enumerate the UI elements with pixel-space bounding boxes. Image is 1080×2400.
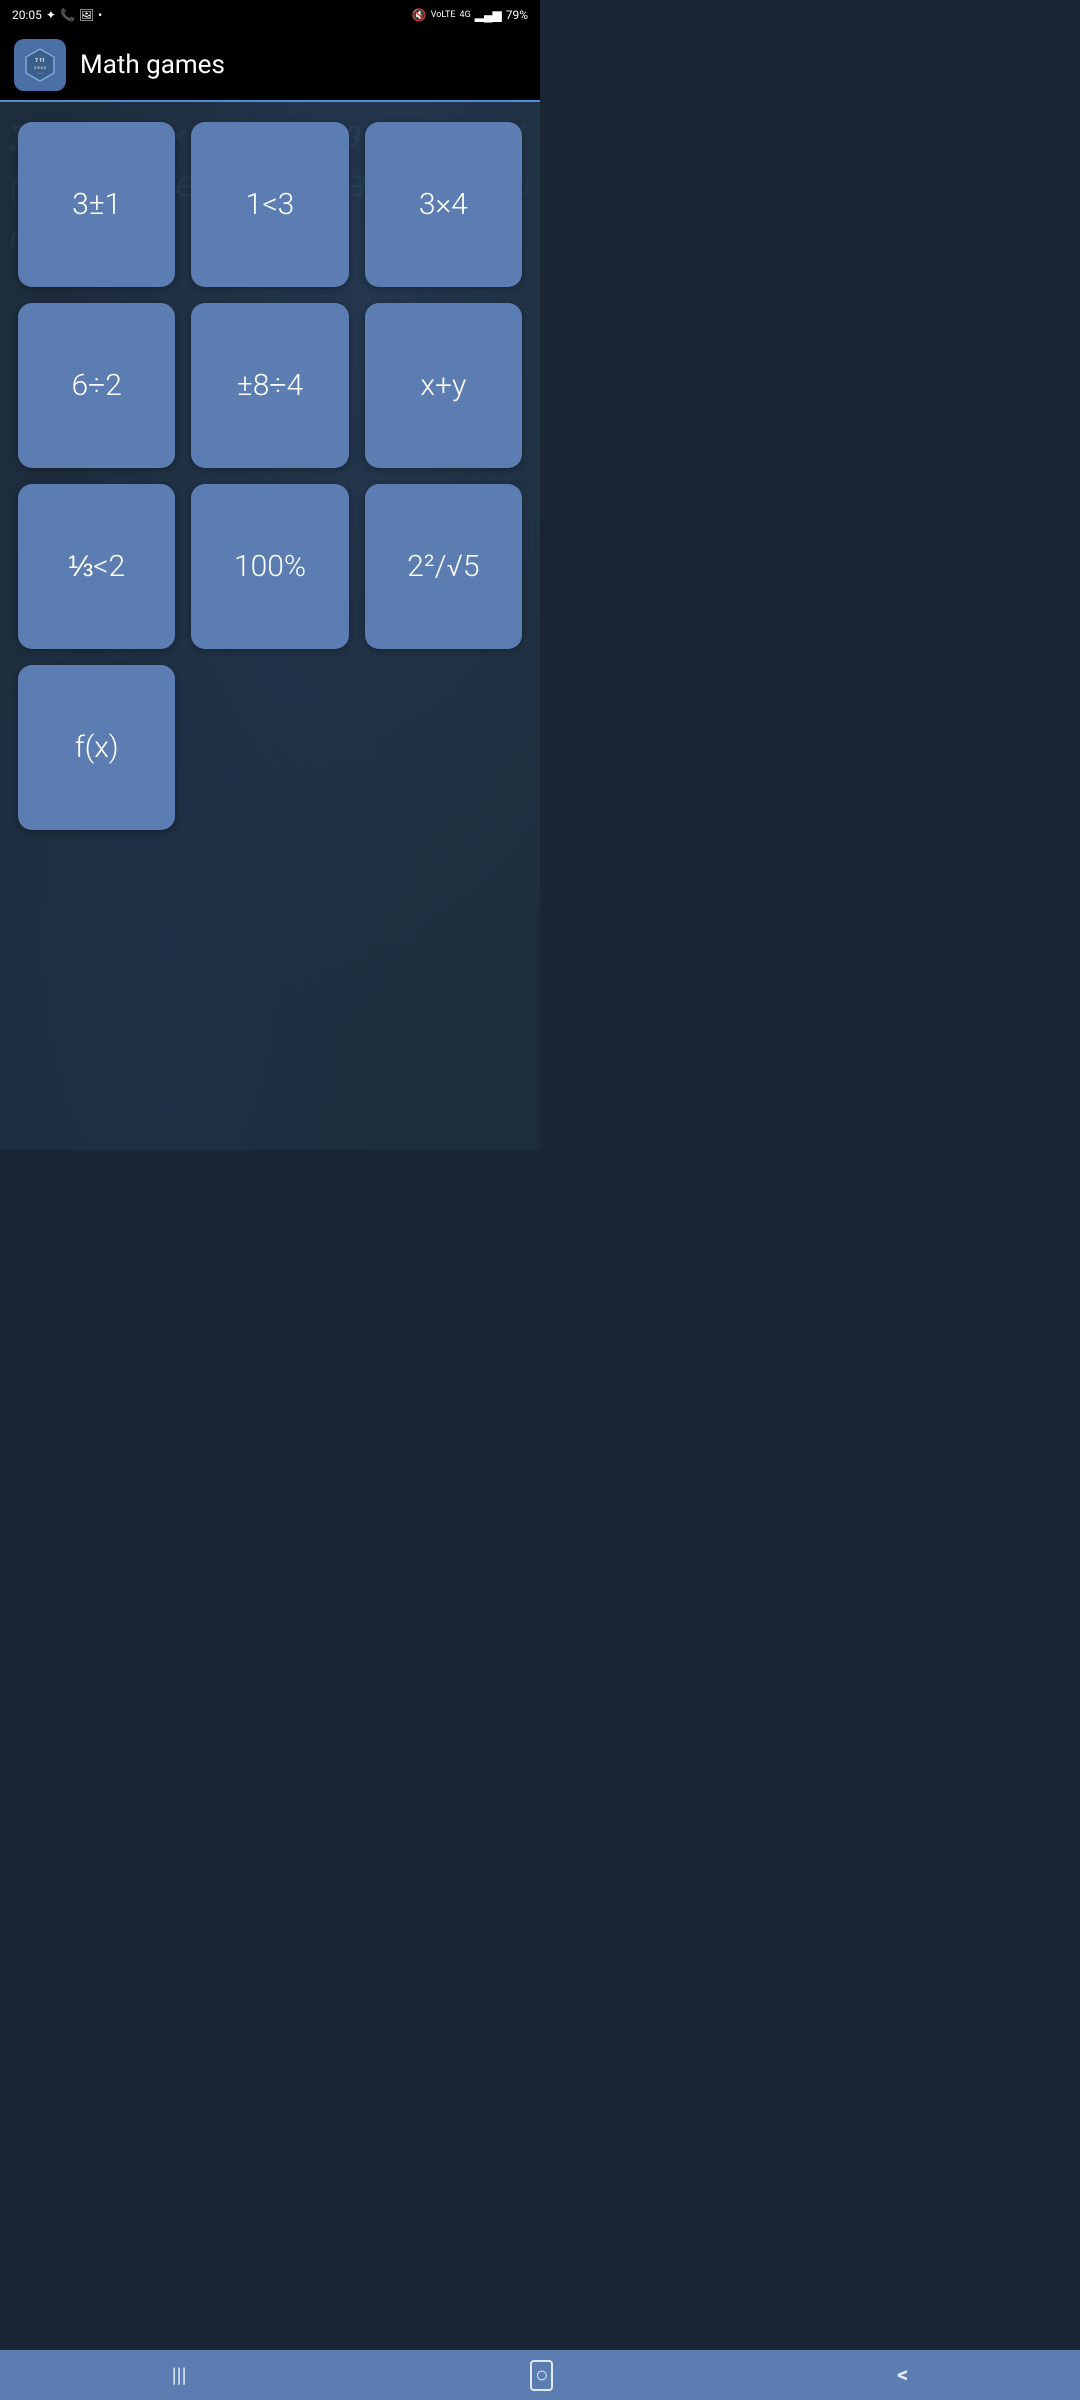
card-less-than[interactable]: 1<3: [191, 122, 348, 287]
top-bar: 7 11 2 5 4 3 • • • Math games: [0, 30, 540, 102]
status-call-icon: 📞: [60, 8, 75, 22]
card-plus-divide[interactable]: ±8÷4: [191, 303, 348, 468]
home-button[interactable]: ○: [510, 2352, 573, 2398]
card-percent-label: 100%: [234, 549, 306, 584]
card-algebra-label: x+y: [420, 368, 466, 403]
svg-text:2 5 4 3: 2 5 4 3: [34, 65, 46, 70]
status-signal-bars: ▂▄▆: [475, 8, 502, 22]
card-divide-label: 6÷2: [71, 368, 121, 403]
status-dot: •: [98, 8, 102, 22]
app-title: Math games: [80, 50, 225, 80]
svg-text:7 11: 7 11: [35, 58, 45, 64]
back-icon: <: [897, 2363, 908, 2388]
card-plus-divide-label: ±8÷4: [237, 368, 303, 403]
home-icon: ○: [530, 2360, 553, 2391]
card-power-root-label: 2²/√5: [407, 549, 479, 584]
status-time: 20:05: [12, 8, 42, 22]
status-volte-icon: VoLTE: [431, 10, 456, 20]
card-power-root[interactable]: 2²/√5: [365, 484, 522, 649]
status-photo-icon: 🖼: [79, 8, 94, 22]
status-left: 20:05 ✦ 📞 🖼 •: [12, 8, 102, 22]
back-button[interactable]: <: [877, 2353, 928, 2398]
card-multiply[interactable]: 3×4: [365, 122, 522, 287]
card-fraction-label: ⅓<2: [68, 549, 125, 584]
main-content: ∑ ∫ π √ ∞ ≈ ± × ÷ ≤ ≥ α β γ δ θ λ μ σ φ …: [0, 102, 540, 1150]
status-4g-icon: 4G: [460, 10, 471, 20]
card-function-label: f(x): [75, 730, 119, 765]
card-fraction[interactable]: ⅓<2: [18, 484, 175, 649]
recent-apps-button[interactable]: |||: [152, 2353, 207, 2397]
card-algebra[interactable]: x+y: [365, 303, 522, 468]
card-plus-minus-label: 3±1: [72, 187, 121, 222]
status-battery: 79%: [506, 8, 528, 22]
svg-text:• • •: • • •: [37, 72, 42, 76]
game-grid: 3±1 1<3 3×4 6÷2 ±8÷4 x+y ⅓<2 100% 2²/√5 …: [18, 122, 522, 830]
status-signal-icon: ✦: [46, 8, 56, 22]
app-icon: 7 11 2 5 4 3 • • •: [14, 39, 66, 91]
card-multiply-label: 3×4: [419, 187, 468, 222]
card-plus-minus[interactable]: 3±1: [18, 122, 175, 287]
nav-bar: ||| ○ <: [0, 2350, 1080, 2400]
card-divide[interactable]: 6÷2: [18, 303, 175, 468]
card-less-than-label: 1<3: [246, 187, 295, 222]
status-bar: 20:05 ✦ 📞 🖼 • 🔇 VoLTE 4G ▂▄▆ 79%: [0, 0, 540, 30]
card-function[interactable]: f(x): [18, 665, 175, 830]
card-percent[interactable]: 100%: [191, 484, 348, 649]
recent-apps-icon: |||: [172, 2363, 187, 2387]
status-right: 🔇 VoLTE 4G ▂▄▆ 79%: [412, 8, 528, 22]
status-mute-icon: 🔇: [412, 8, 427, 22]
